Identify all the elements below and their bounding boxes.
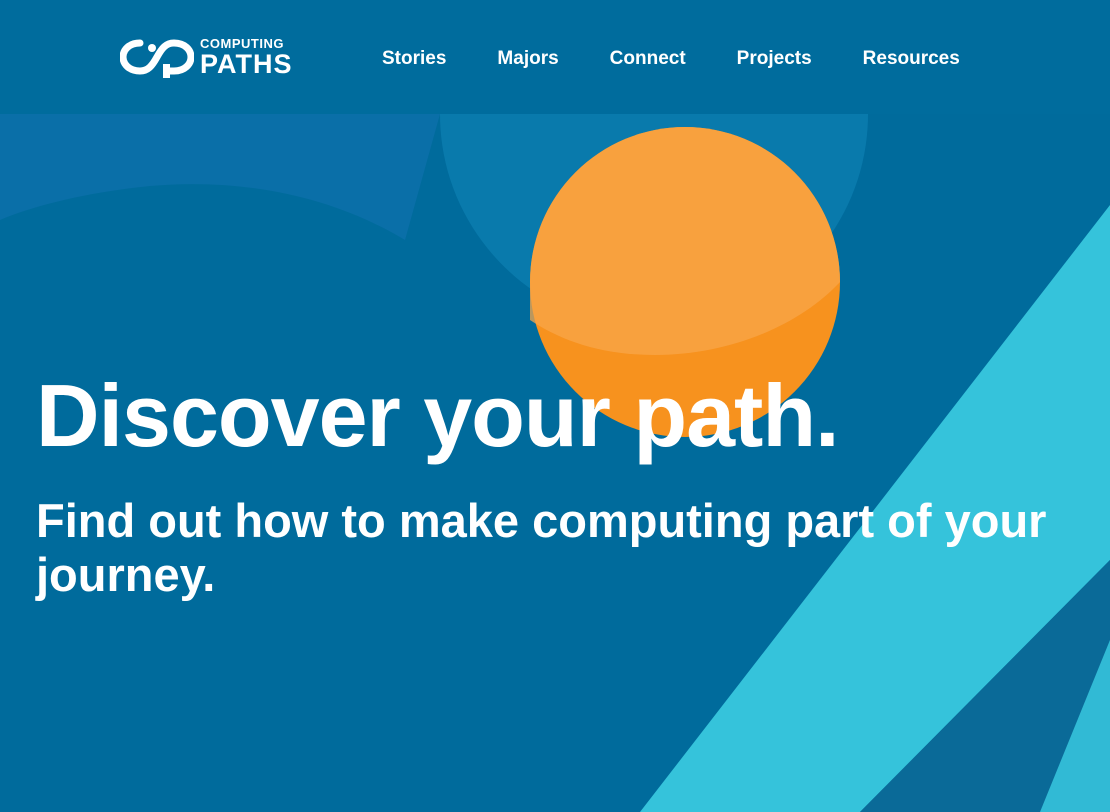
- main-nav: Stories Majors Connect Projects Resource…: [382, 47, 960, 71]
- nav-link-stories[interactable]: Stories: [382, 48, 446, 70]
- hero-title: Discover your path.: [36, 366, 840, 465]
- nav-link-connect[interactable]: Connect: [610, 48, 686, 70]
- logo-line-paths: PATHS: [200, 48, 293, 79]
- logo-wordmark: COMPUTING PATHS: [200, 37, 293, 78]
- home-logo-link[interactable]: COMPUTING PATHS: [120, 36, 300, 78]
- infinity-path-logo-icon: [120, 39, 194, 78]
- logo-line-computing: COMPUTING: [200, 35, 284, 51]
- hero-subtitle: Find out how to make computing part of y…: [36, 494, 1047, 601]
- nav-link-resources[interactable]: Resources: [863, 48, 960, 70]
- site-header: COMPUTING PATHS Stories Majors Connect P…: [0, 0, 1110, 114]
- nav-link-majors[interactable]: Majors: [497, 48, 558, 70]
- hero-section: Discover your path. Find out how to make…: [36, 366, 1110, 602]
- nav-link-projects[interactable]: Projects: [737, 48, 812, 70]
